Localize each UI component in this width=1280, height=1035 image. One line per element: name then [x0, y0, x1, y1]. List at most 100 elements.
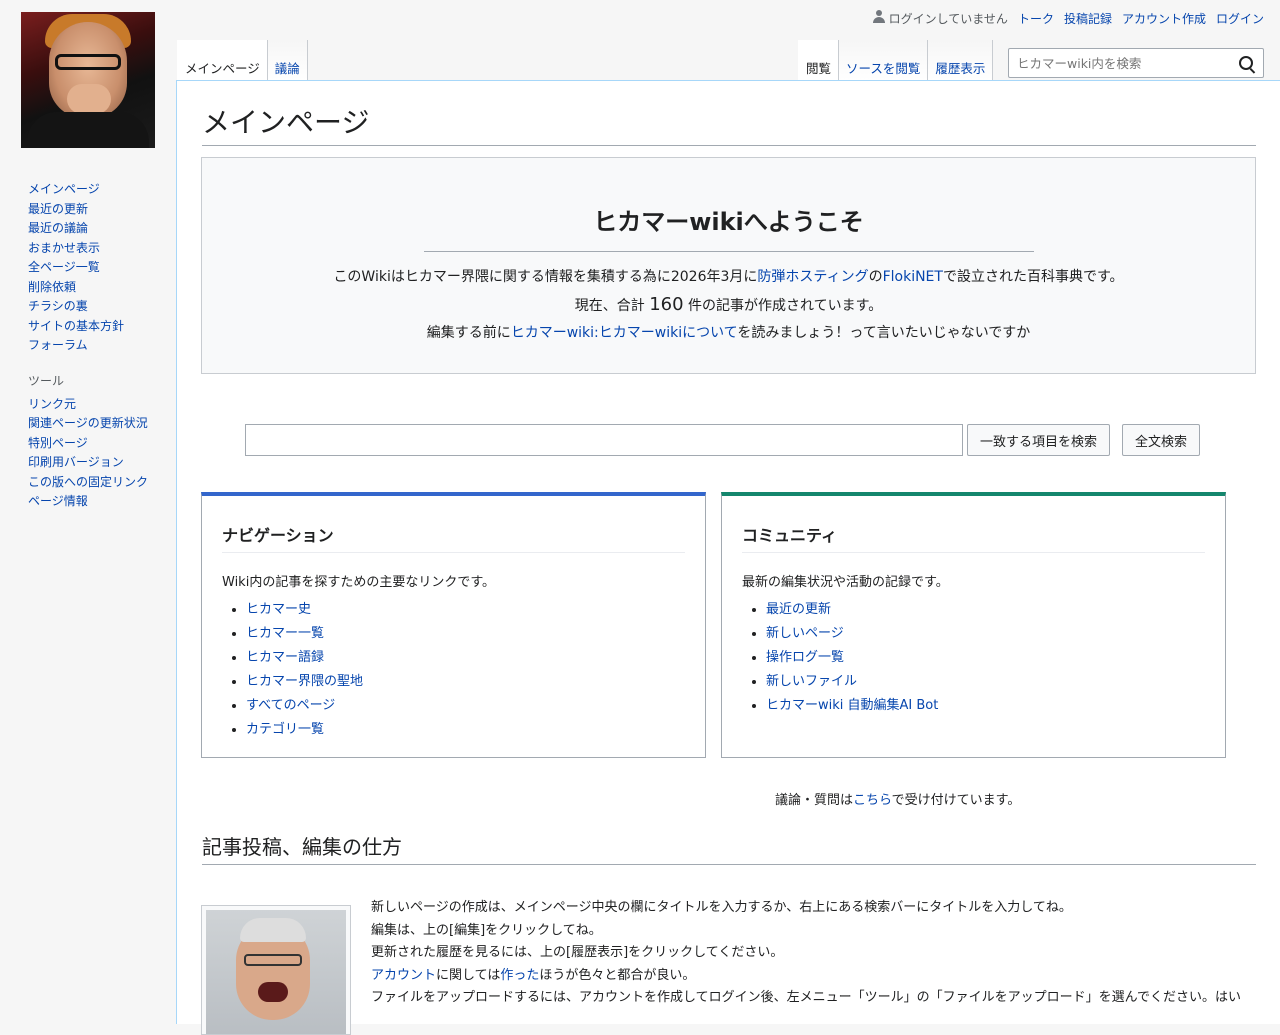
welcome-heading: ヒカマーwikiへようこそ [423, 158, 1034, 252]
sidebar-item-recent-discussions[interactable]: 最近の議論 [28, 221, 88, 235]
navigation-card-title: ナビゲーション [222, 522, 685, 553]
community-card-links: 最近の更新 新しいページ 操作ログ一覧 新しいファイル ヒカマーwiki 自動編… [742, 598, 1205, 718]
view-tabs: 閲覧 ソースを閲覧 履歴表示 [798, 40, 994, 80]
howto-line-1: 新しいページの作成は、メインページ中央の欄にタイトルを入力するか、右上にある検索… [371, 900, 1072, 915]
sidebar-item-related-changes[interactable]: 関連ページの更新状況 [28, 416, 148, 430]
welcome-line-1-text: このWikiはヒカマー界隈に関する情報を集積する為に2026年3月に [333, 269, 758, 285]
nav-link-categories[interactable]: カテゴリ一覧 [246, 722, 324, 737]
not-logged-in-status: ログインしていません [872, 10, 1008, 27]
navigation-card-links: ヒカマー史 ヒカマー一覧 ヒカマー語録 ヒカマー界隈の聖地 すべてのページ カテ… [222, 598, 685, 742]
article-count: 160 [649, 294, 684, 315]
sidebar-item-page-info[interactable]: ページ情報 [28, 494, 88, 508]
article-count-suffix: 件の記事が作成されています。 [688, 298, 883, 314]
navigation-card-desc: Wiki内の記事を探すための主要なリンクです。 [222, 575, 496, 590]
user-icon [872, 10, 885, 23]
account-link[interactable]: アカウント [371, 968, 436, 983]
howto-line-4: アカウントに関しては作ったほうが色々と都合が良い。 [371, 965, 1261, 988]
logo-shirt [27, 112, 149, 148]
tab-history[interactable]: 履歴表示 [928, 40, 994, 80]
welcome-line-2: 現在、合計 160 件の記事が作成されています。 [202, 291, 1255, 320]
logo-glasses [55, 54, 121, 70]
welcome-line-1-mid: の [868, 269, 883, 285]
community-card-title: コミュニティ [742, 522, 1205, 553]
about-wiki-link[interactable]: ヒカマーwiki:ヒカマーwikiについて [511, 325, 738, 341]
howto-text: 新しいページの作成は、メインページ中央の欄にタイトルを入力するか、右上にある検索… [371, 897, 1261, 1010]
create-account-link[interactable]: アカウント作成 [1122, 10, 1206, 27]
sidebar-item-recent-changes[interactable]: 最近の更新 [28, 202, 88, 216]
thumbnail-image [206, 910, 346, 1034]
welcome-box: ヒカマーwikiへようこそ このWikiはヒカマー界隈に関する情報を集積する為に… [201, 157, 1256, 374]
community-card-desc: 最新の編集状況や活動の記録です。 [742, 575, 949, 590]
community-link-new-files[interactable]: 新しいファイル [766, 674, 857, 689]
discussion-note-text: 議論・質問は [775, 793, 854, 808]
nav-link-holy-sites[interactable]: ヒカマー界隈の聖地 [246, 674, 363, 689]
go-search-button[interactable]: 一致する項目を検索 [967, 424, 1111, 456]
talk-link[interactable]: トーク [1018, 10, 1054, 27]
site-logo[interactable] [21, 12, 155, 148]
section-title-howto: 記事投稿、編集の仕方 [202, 831, 1256, 865]
navigation-card: ナビゲーション Wiki内の記事を探すための主要なリンクです。 ヒカマー史 ヒカ… [201, 492, 706, 758]
tab-discussion[interactable]: 議論 [267, 40, 308, 80]
personal-tools: ログインしていません トーク 投稿記録 アカウント作成 ログイン [872, 10, 1264, 27]
welcome-line-3: 編集する前にヒカマーwiki:ヒカマーwikiについてを読みましょう！って言いた… [202, 320, 1255, 347]
page-title: メインページ [202, 101, 1256, 146]
sidebar-item-what-links-here[interactable]: リンク元 [28, 397, 76, 411]
sidebar-item-all-pages[interactable]: 全ページ一覧 [28, 260, 100, 274]
create-link[interactable]: 作った [500, 968, 539, 983]
fulltext-search-button[interactable]: 全文検索 [1122, 424, 1201, 456]
sidebar-item-deletion-requests[interactable]: 削除依頼 [28, 280, 76, 294]
community-link-ai-bot[interactable]: ヒカマーwiki 自動編集AI Bot [766, 698, 938, 713]
community-link-new-pages[interactable]: 新しいページ [766, 626, 844, 641]
main-content: メインページ ヒカマーwikiへようこそ このWikiはヒカマー界隈に関する情報… [176, 80, 1280, 1035]
bulletproof-hosting-link[interactable]: 防弾ホスティング [757, 269, 868, 285]
login-link[interactable]: ログイン [1216, 10, 1264, 27]
sidebar-item-forum[interactable]: フォーラム [28, 338, 88, 352]
sidebar-item-policy[interactable]: サイトの基本方針 [28, 319, 124, 333]
nav-link-all-pages[interactable]: すべてのページ [246, 698, 335, 713]
contributions-link[interactable]: 投稿記録 [1064, 10, 1112, 27]
tab-view-source[interactable]: ソースを閲覧 [839, 40, 929, 80]
thumbnail-glasses [244, 954, 302, 966]
tab-main-page[interactable]: メインページ [177, 40, 268, 80]
namespace-tabs: メインページ 議論 [177, 40, 308, 80]
sidebar-item-flyer-back[interactable]: チラシの裏 [28, 299, 88, 313]
howto-line-4-end: ほうが色々と都合が良い。 [539, 967, 696, 983]
howto-line-5: ファイルをアップロードするには、アカウントを作成してログイン後、左メニュー「ツー… [371, 990, 1241, 1005]
search-input[interactable] [1015, 49, 1239, 77]
sidebar-item-special-pages[interactable]: 特別ページ [28, 436, 88, 450]
community-link-recent-changes[interactable]: 最近の更新 [766, 602, 831, 617]
howto-line-2: 編集は、上の[編集]をクリックしてね。 [371, 922, 602, 938]
article-count-prefix: 現在、合計 [574, 298, 645, 314]
sidebar-tools: リンク元 関連ページの更新状況 特別ページ 印刷用バージョン この版への固定リン… [0, 395, 176, 512]
sidebar-item-random[interactable]: おまかせ表示 [28, 241, 100, 255]
discussion-note-end: で受け付けています。 [891, 793, 1021, 808]
welcome-line-1-end: で設立された百科事典です。 [942, 269, 1124, 285]
discussion-note: 議論・質問はこちらで受け付けています。 [775, 789, 1020, 808]
search-icon[interactable] [1239, 56, 1253, 70]
tab-read[interactable]: 閲覧 [798, 40, 840, 80]
header-search [1008, 48, 1264, 78]
thumbnail-hair [240, 918, 306, 942]
discussion-here-link[interactable]: こちら [853, 793, 892, 808]
community-link-logs[interactable]: 操作ログ一覧 [766, 650, 844, 665]
main-search-row: 一致する項目を検索 全文検索 [245, 424, 1201, 456]
sidebar-navigation: メインページ 最近の更新 最近の議論 おまかせ表示 全ページ一覧 削除依頼 チラ… [0, 180, 176, 356]
sidebar: メインページ 最近の更新 最近の議論 おまかせ表示 全ページ一覧 削除依頼 チラ… [0, 180, 176, 512]
welcome-line-3-end: を読みましょう！って言いたいじゃないですか [737, 325, 1031, 341]
flokinet-link[interactable]: FlokiNET [883, 269, 943, 285]
main-search-input[interactable] [245, 424, 963, 456]
sidebar-item-permalink[interactable]: この版への固定リンク [28, 475, 148, 489]
nav-link-history[interactable]: ヒカマー史 [246, 602, 311, 617]
thumbnail-mouth [258, 982, 288, 1002]
howto-thumbnail[interactable] [201, 905, 351, 1035]
nav-link-list[interactable]: ヒカマー一覧 [246, 626, 324, 641]
nav-link-quotes[interactable]: ヒカマー語録 [246, 650, 324, 665]
howto-line-3: 更新された履歴を見るには、上の[履歴表示]をクリックしてください。 [371, 945, 784, 960]
welcome-line-1: このWikiはヒカマー界隈に関する情報を集積する為に2026年3月に防弾ホスティ… [202, 264, 1255, 291]
sidebar-item-printable[interactable]: 印刷用バージョン [28, 455, 124, 469]
community-card: コミュニティ 最新の編集状況や活動の記録です。 最近の更新 新しいページ 操作ロ… [721, 492, 1226, 758]
sidebar-tools-heading: ツール [28, 373, 65, 388]
welcome-line-3-text: 編集する前に [426, 325, 511, 341]
howto-line-4-mid: に関しては [436, 967, 501, 983]
sidebar-item-main-page[interactable]: メインページ [28, 182, 100, 196]
